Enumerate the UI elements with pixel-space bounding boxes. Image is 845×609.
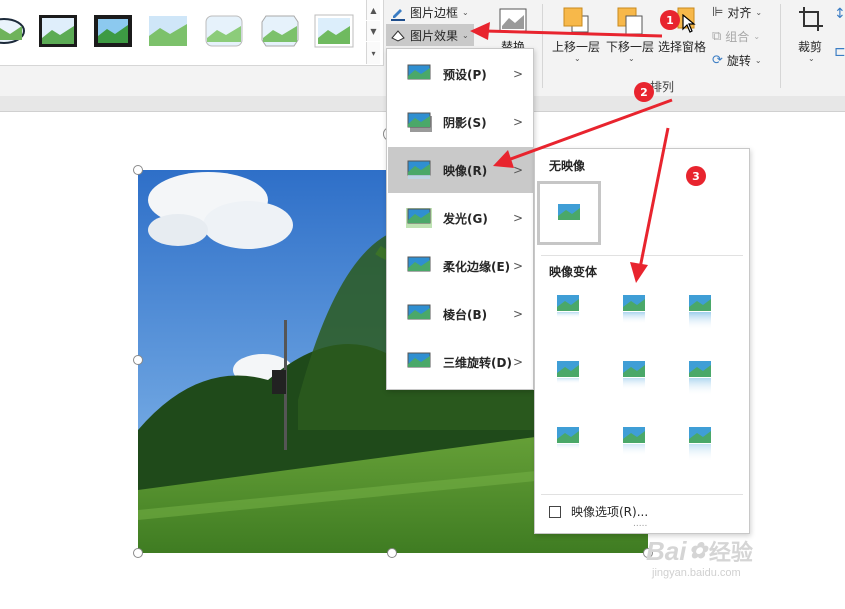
watermark-url: jingyan.baidu.com [652,567,741,579]
annotation-badge-1: 1 [660,10,680,30]
baidu-jingyan-watermark: Bai ✿ 经验 jingyan.baidu.com [646,535,753,580]
annotation-arrowhead-3 [630,262,648,283]
annotation-arrowhead-2 [493,150,514,168]
annotation-arrow-1 [484,29,663,38]
watermark-brand: Bai [646,535,687,566]
paw-icon: ✿ [688,538,707,563]
annotation-badge-3: 3 [686,166,706,186]
watermark-suffix: 经验 [708,540,753,565]
annotation-arrow-3 [638,127,670,269]
annotation-arrows-layer [470,22,673,283]
annotation-badge-2: 2 [634,82,654,102]
annotation-arrow-2 [507,98,673,162]
annotation-arrowhead-1 [470,22,490,40]
